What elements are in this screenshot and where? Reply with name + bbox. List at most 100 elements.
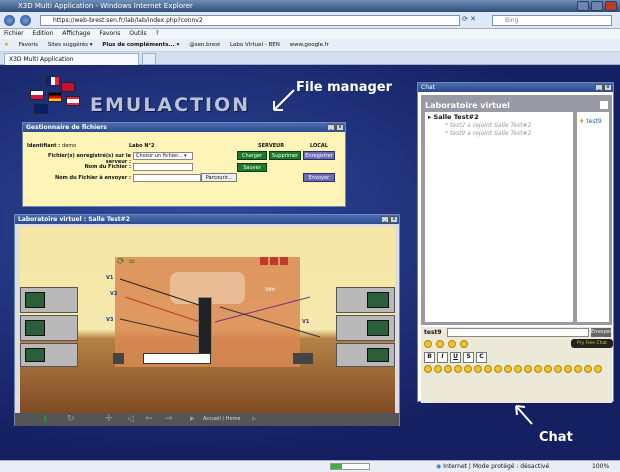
emoji-icon[interactable]: [504, 365, 512, 373]
help-icon[interactable]: [260, 257, 268, 265]
link-icon[interactable]: ∞: [128, 257, 136, 267]
chat-message-input[interactable]: [447, 328, 589, 337]
favorite-link[interactable]: www.google.fr: [290, 42, 329, 48]
back-button[interactable]: [4, 15, 15, 26]
save-button[interactable]: Sauver: [237, 163, 267, 172]
user-item[interactable]: ♦ test9: [579, 118, 602, 125]
left-icon[interactable]: ◁: [127, 413, 134, 426]
save-local-button[interactable]: Enregistrer: [303, 151, 335, 160]
smiley-icon[interactable]: [435, 340, 444, 348]
menu-item[interactable]: Favoris: [99, 30, 120, 37]
emoji-icon[interactable]: [574, 365, 582, 373]
next-icon[interactable]: ▹: [252, 413, 257, 426]
load-button[interactable]: Charger: [237, 151, 267, 160]
strike-button[interactable]: S: [463, 352, 474, 363]
close-window-button[interactable]: [605, 1, 617, 11]
emoji-icon[interactable]: [594, 365, 602, 373]
refresh-icon[interactable]: ⟳ ✕: [462, 15, 490, 26]
lab-3d-scene[interactable]: V1 V2 V3 Vdd V1 ⟳ ∞: [20, 227, 395, 413]
favorite-link[interactable]: Sites suggérés ▾: [48, 42, 93, 48]
favorites-button[interactable]: Favoris: [19, 42, 38, 48]
emoji-icon[interactable]: [434, 365, 442, 373]
zoom-level[interactable]: 100%: [592, 461, 609, 472]
component-palette[interactable]: [143, 353, 211, 364]
new-tab-button[interactable]: [142, 53, 156, 65]
color-button[interactable]: C: [476, 352, 487, 363]
close-icon[interactable]: x: [604, 84, 612, 91]
send-button[interactable]: Envoyer: [303, 173, 335, 182]
smiley-icon[interactable]: [447, 340, 456, 348]
security-zone[interactable]: ◉ Internet | Mode protégé : désactivé: [436, 461, 549, 472]
minimize-button[interactable]: _: [327, 124, 335, 131]
emoji-icon[interactable]: [584, 365, 592, 373]
file-select[interactable]: Choisir un fichier... ▾: [133, 152, 193, 160]
underline-button[interactable]: U: [450, 352, 461, 363]
menu-item[interactable]: Affichage: [62, 30, 90, 37]
emoji-icon[interactable]: [514, 365, 522, 373]
forward-button[interactable]: [20, 15, 31, 26]
address-bar[interactable]: https://web-brest.sen.fr/lab/lab/index.p…: [40, 15, 460, 26]
search-input[interactable]: Bing: [492, 15, 612, 26]
graph-icon[interactable]: [113, 353, 124, 364]
emoji-icon[interactable]: [534, 365, 542, 373]
emoji-icon[interactable]: [464, 365, 472, 373]
close-icon[interactable]: x: [336, 124, 344, 131]
emoji-icon[interactable]: [484, 365, 492, 373]
chat-collapse-button[interactable]: [600, 101, 608, 109]
window-controls: [577, 1, 617, 11]
browser-tab[interactable]: X3D Multi Application: [4, 53, 139, 65]
emoji-icon[interactable]: [544, 365, 552, 373]
emoji-icon[interactable]: [474, 365, 482, 373]
emoji-icon[interactable]: [564, 365, 572, 373]
address-text: https://web-brest.sen.fr/lab/lab/index.p…: [53, 17, 203, 24]
back-icon[interactable]: ⇐: [145, 413, 153, 426]
home-label[interactable]: Accueil / Home: [203, 413, 240, 426]
delete-button[interactable]: Supprimer: [269, 151, 301, 160]
filename-input[interactable]: [133, 163, 193, 171]
smiley-icon[interactable]: [424, 340, 432, 348]
minimize-button[interactable]: [577, 1, 589, 11]
menu-item[interactable]: Edition: [33, 30, 54, 37]
room-name[interactable]: ▸ Salle Test#2: [428, 113, 479, 121]
browse-button[interactable]: Parcourir...: [201, 173, 237, 182]
emoji-icon[interactable]: [454, 365, 462, 373]
multimeter-right[interactable]: [336, 315, 395, 341]
function-generator[interactable]: [20, 315, 78, 341]
menu-item[interactable]: Outils: [129, 30, 146, 37]
close-icon[interactable]: x: [390, 216, 398, 223]
emoji-icon[interactable]: [494, 365, 502, 373]
power-icon[interactable]: [280, 257, 288, 265]
chat-send-button[interactable]: Envoyer: [591, 328, 611, 337]
tools-icon[interactable]: [293, 353, 313, 364]
favorite-link[interactable]: @sen.brest: [189, 42, 220, 48]
rotate-icon[interactable]: ↻: [67, 413, 75, 426]
minimize-button[interactable]: _: [381, 216, 389, 223]
oscilloscope-right[interactable]: [336, 287, 395, 313]
italic-button[interactable]: I: [437, 352, 448, 363]
prev-icon[interactable]: ▸: [190, 413, 195, 426]
emoji-icon[interactable]: [444, 365, 452, 373]
emoji-icon[interactable]: [424, 365, 432, 373]
bold-button[interactable]: B: [424, 352, 435, 363]
emoji-icon[interactable]: [554, 365, 562, 373]
upload-file-input[interactable]: [133, 174, 201, 182]
chat-annotation: Chat: [539, 430, 573, 445]
forward-icon[interactable]: ⇒: [165, 413, 173, 426]
minimize-button[interactable]: _: [595, 84, 603, 91]
smiley-icon[interactable]: [459, 340, 468, 348]
menu-item[interactable]: Fichier: [4, 30, 24, 37]
down-arrow-icon[interactable]: ⬇: [41, 413, 49, 426]
message-list: ▸ Salle Test#2 * test2 a rejoint Salle T…: [425, 112, 573, 322]
power-supply-right[interactable]: [336, 343, 395, 367]
power-supply[interactable]: [20, 343, 78, 367]
oscilloscope[interactable]: [20, 287, 78, 313]
move-icon[interactable]: ✛: [105, 413, 113, 426]
maximize-button[interactable]: [591, 1, 603, 11]
menu-item[interactable]: ?: [156, 30, 159, 37]
settings-icon[interactable]: [270, 257, 278, 265]
emoji-icon[interactable]: [524, 365, 532, 373]
refresh-icon[interactable]: ⟳: [117, 257, 125, 267]
promo-badge[interactable]: Pry Free Chat: [571, 339, 613, 348]
favorite-link[interactable]: Plus de compléments... ▾: [102, 42, 179, 48]
favorite-link[interactable]: Labo Virtuel - BEN: [230, 42, 280, 48]
